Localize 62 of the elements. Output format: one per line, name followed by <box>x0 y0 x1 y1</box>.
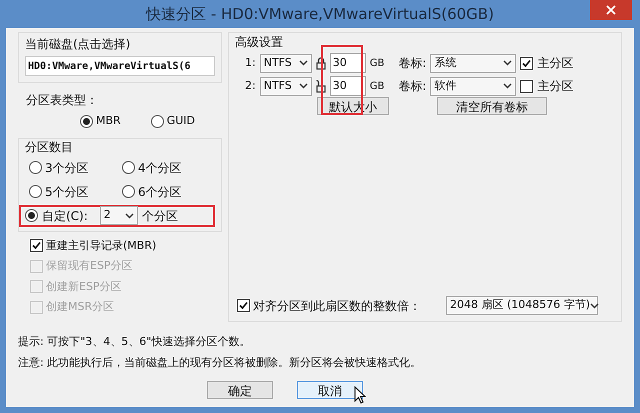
checkbox[interactable] <box>237 299 250 312</box>
radio-label: 6个分区 <box>138 184 182 200</box>
radio-label: MBR <box>96 113 121 129</box>
unit-label: GB <box>370 80 384 94</box>
checkbox-label: 创建MSR分区 <box>46 299 114 315</box>
hint-text: 注意: 此功能执行后，当前磁盘上的现有分区将被删除。新分区将会被快速格式化。 <box>18 354 422 370</box>
radio-label: 4个分区 <box>138 160 182 176</box>
caret-icon <box>298 60 308 66</box>
clear-labels-button[interactable]: 清空所有卷标 <box>437 97 547 115</box>
row-index: 2: <box>245 78 256 94</box>
suffix-label: 个分区 <box>142 208 178 224</box>
section-caption: 分区表类型： <box>26 92 99 109</box>
radio-button[interactable] <box>29 185 42 198</box>
lock-icon[interactable] <box>316 56 326 70</box>
checkbox[interactable] <box>30 239 43 252</box>
volume-caption: 卷标: <box>398 78 426 95</box>
dropdown[interactable]: 软件 <box>430 76 516 96</box>
radio-button[interactable] <box>25 209 38 222</box>
disk-field[interactable]: HD0:VMware,VMwareVirtualS(6 <box>25 56 215 76</box>
row-index: 1: <box>245 54 256 71</box>
mouse-cursor-icon <box>354 386 366 405</box>
group-caption: 分区数目 <box>25 138 74 156</box>
radio-button[interactable] <box>122 161 135 174</box>
dropdown[interactable]: NTFS <box>260 54 312 72</box>
dropdown[interactable]: NTFS <box>260 76 312 96</box>
checkbox-label: 对齐分区到此扇区数的整数倍： <box>253 298 421 314</box>
checkbox[interactable] <box>520 80 534 92</box>
radio-button[interactable] <box>29 161 42 174</box>
size-field[interactable]: 30 <box>330 76 366 96</box>
dropdown[interactable]: 2048 扇区 (1048576 字节) <box>446 296 598 315</box>
checkbox-label: 创建新ESP分区 <box>46 278 122 294</box>
dropdown[interactable]: 2 <box>100 206 138 225</box>
hint-text: 提示: 可按下"3、4、5、6"快速选择分区个数。 <box>18 334 252 350</box>
caret-icon <box>590 302 600 308</box>
ok-button[interactable]: 确定 <box>207 381 273 399</box>
radio-label: 自定(C): <box>42 208 88 224</box>
cancel-button[interactable]: 取消 <box>297 381 363 399</box>
dropdown[interactable]: 系统 <box>430 54 516 72</box>
unlock-icon[interactable] <box>316 80 326 92</box>
group-caption: 当前磁盘(点击选择) <box>25 36 132 53</box>
volume-caption: 卷标: <box>398 55 426 72</box>
radio-button[interactable] <box>150 114 164 128</box>
group-caption: 高级设置 <box>235 34 284 51</box>
close-icon <box>606 5 616 15</box>
checkbox[interactable] <box>520 56 534 70</box>
checkbox-label: 保留现有ESP分区 <box>46 258 133 274</box>
radio-label: GUID <box>166 113 195 129</box>
close-button[interactable] <box>590 0 632 20</box>
caret-icon <box>503 83 512 89</box>
radio-label: 5个分区 <box>45 184 89 200</box>
checkbox-label: 主分区 <box>537 78 574 95</box>
checkbox-label: 重建主引导记录(MBR) <box>46 238 156 254</box>
radio-button[interactable] <box>80 114 93 128</box>
unit-label: GB <box>370 56 384 70</box>
caret-icon <box>298 83 308 89</box>
caret-icon <box>503 60 512 66</box>
window-title: 快速分区 - HD0:VMware,VMwareVirtualS(60GB) <box>146 4 494 25</box>
size-field[interactable]: 30 <box>330 53 366 73</box>
caret-icon <box>124 212 134 218</box>
radio-label: 3个分区 <box>45 160 89 176</box>
radio-button[interactable] <box>122 185 135 198</box>
checkbox-label: 主分区 <box>537 55 574 72</box>
